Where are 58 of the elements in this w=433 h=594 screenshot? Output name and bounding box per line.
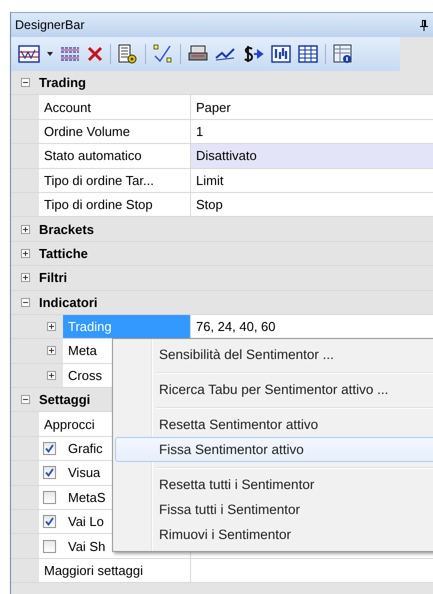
printer-icon[interactable] bbox=[188, 45, 208, 63]
dollar-arrow-icon[interactable] bbox=[242, 45, 264, 63]
chart-icon[interactable] bbox=[18, 45, 40, 63]
checkbox[interactable] bbox=[43, 540, 56, 553]
expander-toggle[interactable] bbox=[20, 78, 30, 88]
checkbox[interactable] bbox=[43, 515, 56, 528]
category-label: Filtri bbox=[39, 270, 68, 286]
property-name: Maggiori settaggi bbox=[39, 558, 191, 582]
expander-toggle[interactable] bbox=[46, 346, 56, 356]
property-name: Ordine Volume bbox=[39, 120, 191, 144]
checkbox-label: MetaS bbox=[68, 490, 106, 505]
property-name: Tipo di ordine Stop bbox=[39, 192, 191, 216]
checkbox-label: Vai Sh bbox=[68, 538, 106, 554]
value-cell[interactable] bbox=[191, 558, 433, 582]
property-value[interactable]: Disattivato bbox=[191, 144, 433, 168]
menu-item[interactable]: Ricerca Tabu per Sentimentor attivo ... bbox=[115, 377, 433, 402]
category-label: Brackets bbox=[39, 222, 94, 237]
expander-toggle[interactable] bbox=[20, 224, 30, 234]
table-gear-icon[interactable] bbox=[118, 44, 138, 64]
property-name: Account bbox=[39, 95, 191, 119]
property-name: Stato automatico bbox=[39, 144, 191, 168]
caret-icon[interactable] bbox=[47, 52, 53, 56]
property-value[interactable]: Limit bbox=[191, 168, 433, 192]
property-value[interactable]: 1 bbox=[191, 120, 433, 144]
checkbox[interactable] bbox=[43, 466, 56, 480]
table-icon[interactable] bbox=[298, 45, 318, 63]
menu-item[interactable]: Sensibilità del Sentimentor ... bbox=[115, 342, 433, 367]
expander-toggle[interactable] bbox=[20, 395, 30, 404]
property-name: Tipo di ordine Tar... bbox=[39, 168, 191, 192]
table-info-icon[interactable] bbox=[333, 44, 353, 64]
checkbox[interactable] bbox=[43, 442, 56, 456]
checkbox[interactable] bbox=[43, 490, 56, 504]
checkbox-label: Vai Lo bbox=[68, 514, 104, 530]
bar-chart-icon[interactable] bbox=[271, 45, 291, 63]
expander-toggle[interactable] bbox=[20, 248, 30, 258]
property-value[interactable]: Stop bbox=[191, 192, 433, 216]
checkbox-label: Grafic bbox=[68, 441, 103, 456]
menu-item[interactable]: Rimuovi i Sentimentor bbox=[115, 522, 433, 547]
expander-toggle[interactable] bbox=[46, 322, 56, 332]
menu-item[interactable]: Fissa Sentimentor attivo bbox=[115, 437, 433, 462]
checkbox-label: Visua bbox=[68, 465, 100, 480]
property-value[interactable]: 76, 24, 40, 60 bbox=[191, 314, 433, 338]
list-icon[interactable] bbox=[60, 45, 80, 63]
line-chart-icon[interactable] bbox=[153, 44, 173, 64]
property-value[interactable]: Paper bbox=[191, 95, 433, 119]
category-label: Trading bbox=[39, 75, 86, 90]
expander-toggle[interactable] bbox=[20, 298, 30, 307]
menu-item[interactable]: Resetta tutti i Sentimentor bbox=[115, 472, 433, 497]
category-label: Tattiche bbox=[39, 246, 88, 261]
trend-icon[interactable] bbox=[215, 47, 235, 61]
expander-toggle[interactable] bbox=[46, 370, 56, 380]
category-label: Indicatori bbox=[39, 294, 98, 310]
close-icon[interactable] bbox=[87, 46, 103, 62]
window-title: DesignerBar bbox=[15, 18, 84, 32]
category-label: Settaggi bbox=[39, 392, 90, 408]
pin-icon[interactable] bbox=[420, 20, 428, 30]
expander-toggle[interactable] bbox=[20, 273, 30, 282]
menu-item[interactable]: Fissa tutti i Sentimentor bbox=[115, 497, 433, 522]
